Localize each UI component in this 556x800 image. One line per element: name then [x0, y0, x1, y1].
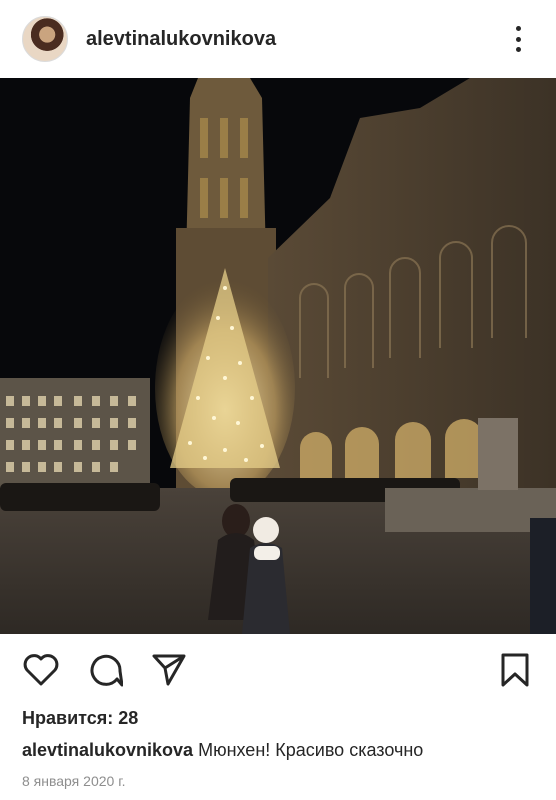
comment-bubble-icon	[90, 654, 123, 687]
share-button[interactable]	[150, 651, 188, 689]
like-button[interactable]	[22, 651, 60, 689]
post-caption: alevtinalukovnikova Мюнхен! Красиво сказ…	[22, 740, 542, 761]
more-options-button[interactable]	[506, 22, 530, 56]
bookmark-icon	[501, 653, 529, 687]
post-actions-bar	[0, 634, 556, 706]
caption-text: Мюнхен! Красиво сказочно	[193, 740, 424, 760]
caption-username[interactable]: alevtinalukovnikova	[22, 740, 193, 760]
send-paper-plane-icon	[152, 654, 186, 686]
post-header: alevtinalukovnikova	[0, 0, 556, 78]
photo-illustration	[0, 78, 556, 634]
save-button[interactable]	[496, 651, 534, 689]
post-username[interactable]: alevtinalukovnikova	[86, 28, 506, 51]
post-photo[interactable]	[0, 78, 556, 634]
more-vertical-icon	[515, 26, 521, 31]
post-date: 8 января 2020 г.	[22, 773, 126, 789]
comment-button[interactable]	[86, 651, 124, 689]
more-dot	[515, 47, 521, 52]
avatar[interactable]	[22, 16, 68, 62]
likes-count[interactable]: Нравится: 28	[22, 708, 138, 729]
heart-icon	[23, 654, 59, 686]
more-dot	[515, 36, 521, 42]
